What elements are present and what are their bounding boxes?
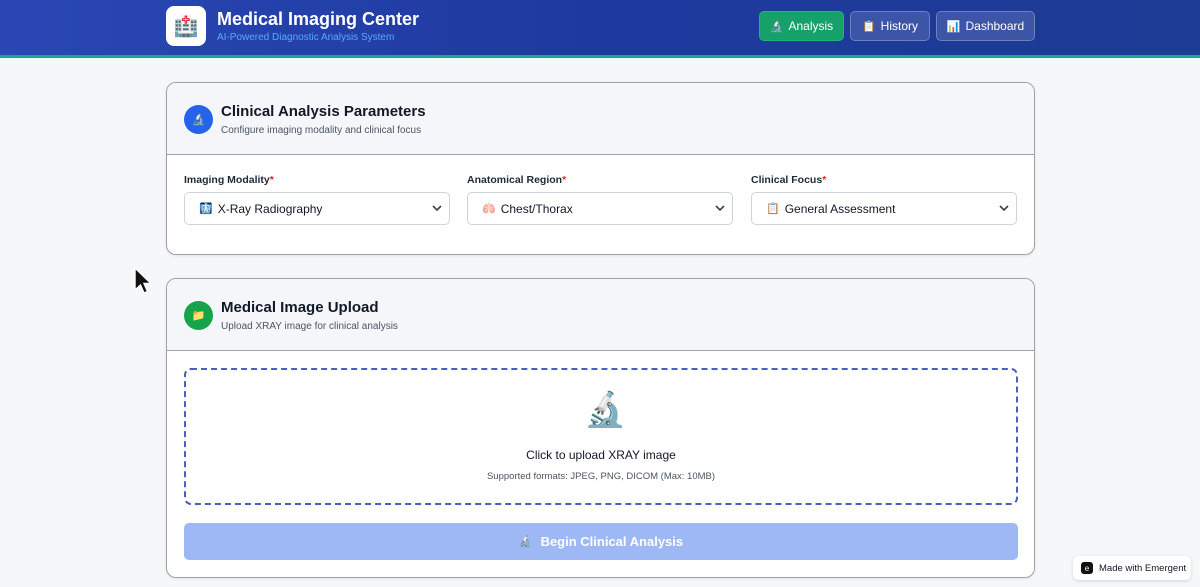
card-title: Clinical Analysis Parameters: [221, 103, 426, 120]
anatomical-region-select[interactable]: 🫁 Chest/Thorax: [467, 192, 733, 225]
required-mark: *: [822, 174, 827, 186]
imaging-modality-label: Imaging Modality*: [184, 174, 274, 186]
hospital-logo-icon: 🏥: [166, 6, 206, 46]
xray-icon: 🩻: [199, 203, 213, 215]
image-upload-card: 📁 Medical Image Upload Upload XRAY image…: [166, 278, 1035, 578]
logo-emoji: 🏥: [173, 15, 199, 38]
clinical-focus-select[interactable]: 📋 General Assessment: [751, 192, 1017, 225]
clinical-focus-label: Clinical Focus*: [751, 174, 826, 186]
clinical-parameters-card: 🔬 Clinical Analysis Parameters Configure…: [166, 82, 1035, 255]
begin-analysis-button[interactable]: 🔬 Begin Clinical Analysis: [184, 523, 1018, 560]
card-subtitle: Configure imaging modality and clinical …: [221, 125, 422, 136]
clipboard-icon: 📋: [766, 203, 780, 215]
microscope-icon: 🔬: [584, 391, 627, 429]
card-header: 📁 Medical Image Upload Upload XRAY image…: [167, 279, 1034, 351]
chevron-down-icon: [432, 205, 442, 212]
anatomical-region-label: Anatomical Region*: [467, 174, 566, 186]
mouse-cursor-icon: [134, 266, 153, 294]
clipboard-icon: 📋: [861, 20, 876, 33]
chevron-down-icon: [715, 205, 725, 212]
icon-glyph: 🔬: [191, 114, 206, 126]
bar-chart-icon: 📊: [946, 20, 961, 33]
microscope-icon: 🔬: [769, 20, 784, 33]
label-text: Clinical Focus: [751, 174, 823, 186]
made-with-emergent-badge[interactable]: e Made with Emergent: [1073, 556, 1191, 580]
upload-dropzone[interactable]: 🔬 Click to upload XRAY image Supported f…: [184, 368, 1018, 505]
required-mark: *: [269, 174, 274, 186]
fields-row: Imaging Modality* 🩻 X-Ray Radiography An…: [167, 155, 1034, 254]
emergent-logo-icon: e: [1081, 562, 1093, 574]
imaging-modality-select[interactable]: 🩻 X-Ray Radiography: [184, 192, 450, 225]
nav-dashboard-button[interactable]: 📊 Dashboard: [936, 11, 1035, 41]
card-title: Medical Image Upload: [221, 299, 379, 316]
required-mark: *: [562, 174, 567, 186]
folder-icon: 📁: [184, 301, 213, 330]
nav-label: Dashboard: [965, 19, 1025, 33]
upload-instruction: Click to upload XRAY image: [526, 448, 676, 462]
supported-formats-hint: Supported formats: JPEG, PNG, DICOM (Max…: [486, 471, 716, 482]
chevron-down-icon: [999, 205, 1009, 212]
app-title: Medical Imaging Center: [217, 9, 420, 29]
card-header: 🔬 Clinical Analysis Parameters Configure…: [167, 83, 1034, 155]
icon-glyph: 📁: [191, 310, 206, 322]
label-text: Imaging Modality: [184, 174, 270, 186]
select-value: General Assessment: [784, 201, 896, 216]
nav-label: History: [880, 19, 919, 33]
microscope-icon: 🔬: [518, 536, 533, 548]
badge-label: Made with Emergent: [1099, 562, 1187, 574]
nav-history-button[interactable]: 📋 History: [850, 11, 930, 41]
card-subtitle: Upload XRAY image for clinical analysis: [221, 321, 398, 332]
select-value: Chest/Thorax: [500, 201, 573, 216]
app-subtitle: AI-Powered Diagnostic Analysis System: [217, 32, 395, 43]
nav-label: Analysis: [788, 19, 834, 33]
lungs-icon: 🫁: [482, 203, 496, 215]
microscope-icon: 🔬: [184, 105, 213, 134]
app-header: 🏥 Medical Imaging Center AI-Powered Diag…: [0, 0, 1200, 58]
button-label: Begin Clinical Analysis: [540, 534, 684, 549]
label-text: Anatomical Region: [467, 174, 563, 186]
nav-analysis-button[interactable]: 🔬 Analysis: [759, 11, 844, 41]
select-value: X-Ray Radiography: [217, 201, 323, 216]
